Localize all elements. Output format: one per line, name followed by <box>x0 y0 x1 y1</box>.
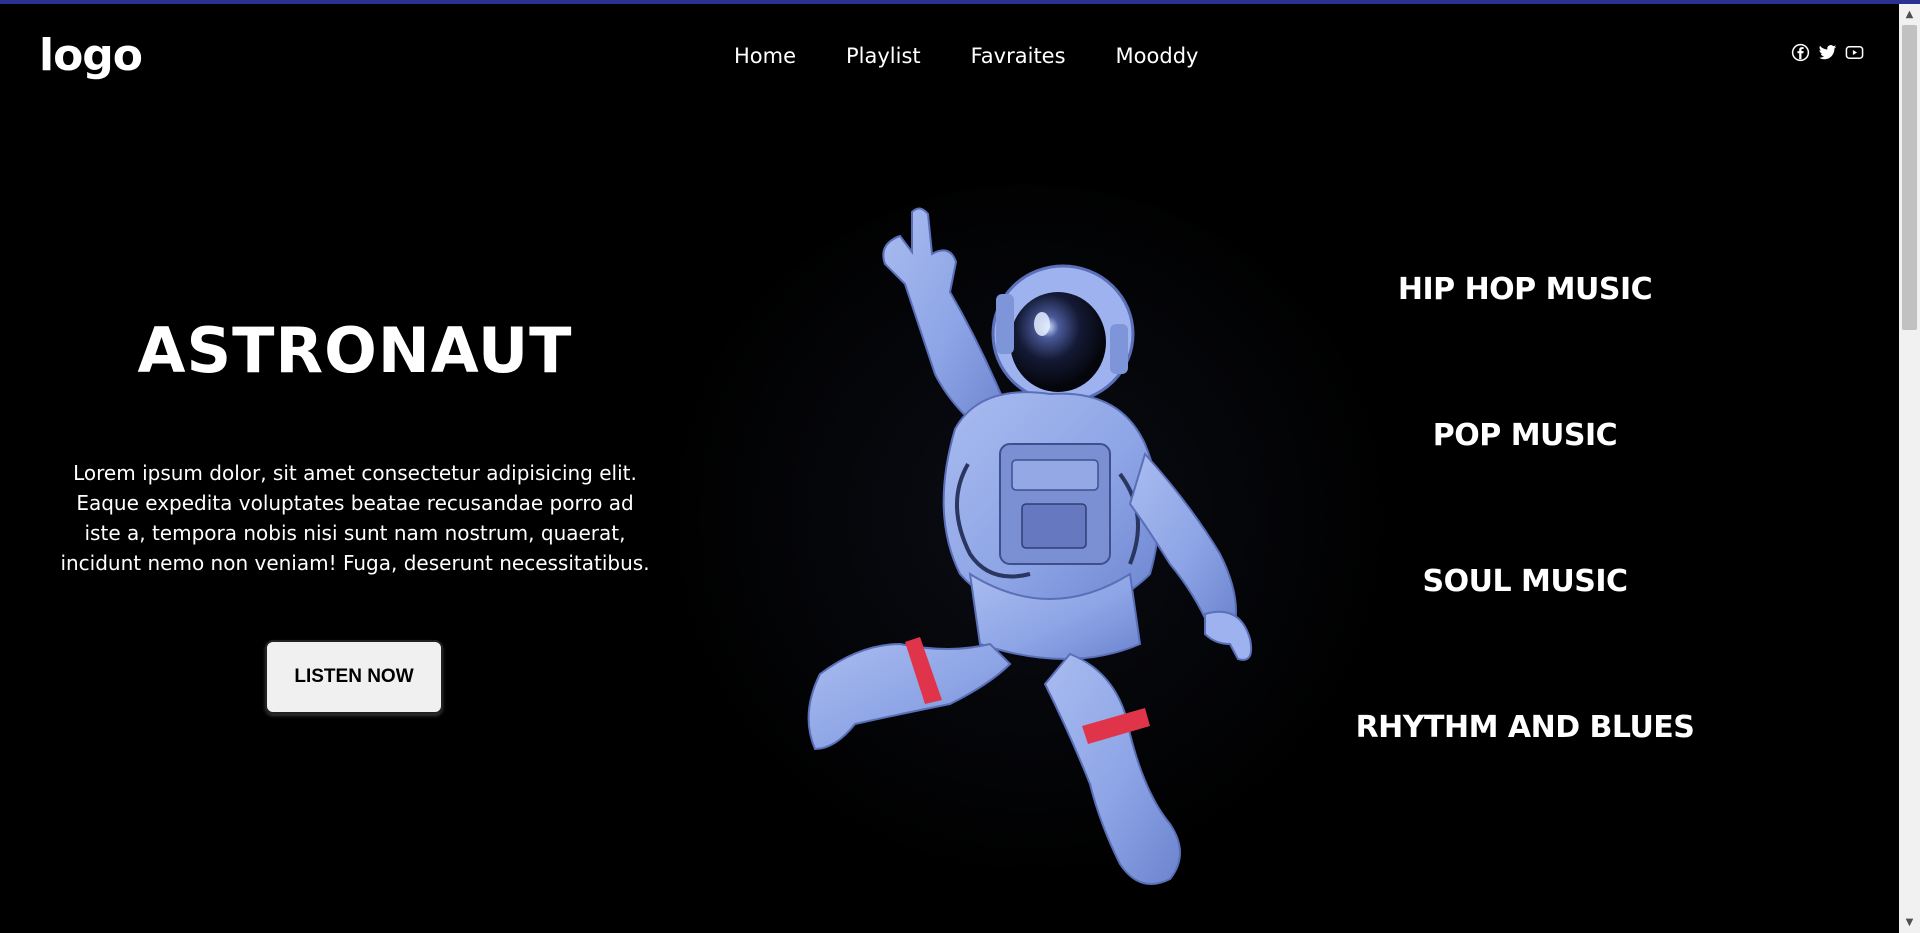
nav-home[interactable]: Home <box>734 44 796 68</box>
astronaut-illustration <box>650 174 1410 933</box>
nav-mooddy[interactable]: Mooddy <box>1116 44 1199 68</box>
vertical-scrollbar[interactable]: ▲ ▼ <box>1899 4 1920 933</box>
genre-soul[interactable]: SOUL MUSIC <box>1325 564 1725 599</box>
twitter-icon[interactable] <box>1818 43 1837 62</box>
hero-title: ASTRONAUT <box>137 314 573 387</box>
hero-description: Lorem ipsum dolor, sit amet consectetur … <box>60 461 650 575</box>
logo[interactable]: logo <box>39 30 143 81</box>
nav-favraites[interactable]: Favraites <box>971 44 1066 68</box>
scroll-down-icon[interactable]: ▼ <box>1899 914 1920 931</box>
listen-now-button[interactable]: LISTEN NOW <box>265 640 443 714</box>
youtube-icon[interactable] <box>1845 43 1864 62</box>
page: logo Home Playlist Favraites Mooddy ASTR… <box>0 4 1899 933</box>
social-links <box>1791 43 1864 62</box>
facebook-icon[interactable] <box>1791 43 1810 62</box>
scroll-thumb[interactable] <box>1902 25 1917 330</box>
genre-pop[interactable]: POP MUSIC <box>1325 418 1725 453</box>
main-nav: Home Playlist Favraites Mooddy <box>734 44 1198 68</box>
nav-playlist[interactable]: Playlist <box>846 44 921 68</box>
genre-rhythm-and-blues[interactable]: RHYTHM AND BLUES <box>1325 710 1725 745</box>
scroll-up-icon[interactable]: ▲ <box>1899 6 1920 23</box>
genre-hip-hop[interactable]: HIP HOP MUSIC <box>1325 272 1725 307</box>
